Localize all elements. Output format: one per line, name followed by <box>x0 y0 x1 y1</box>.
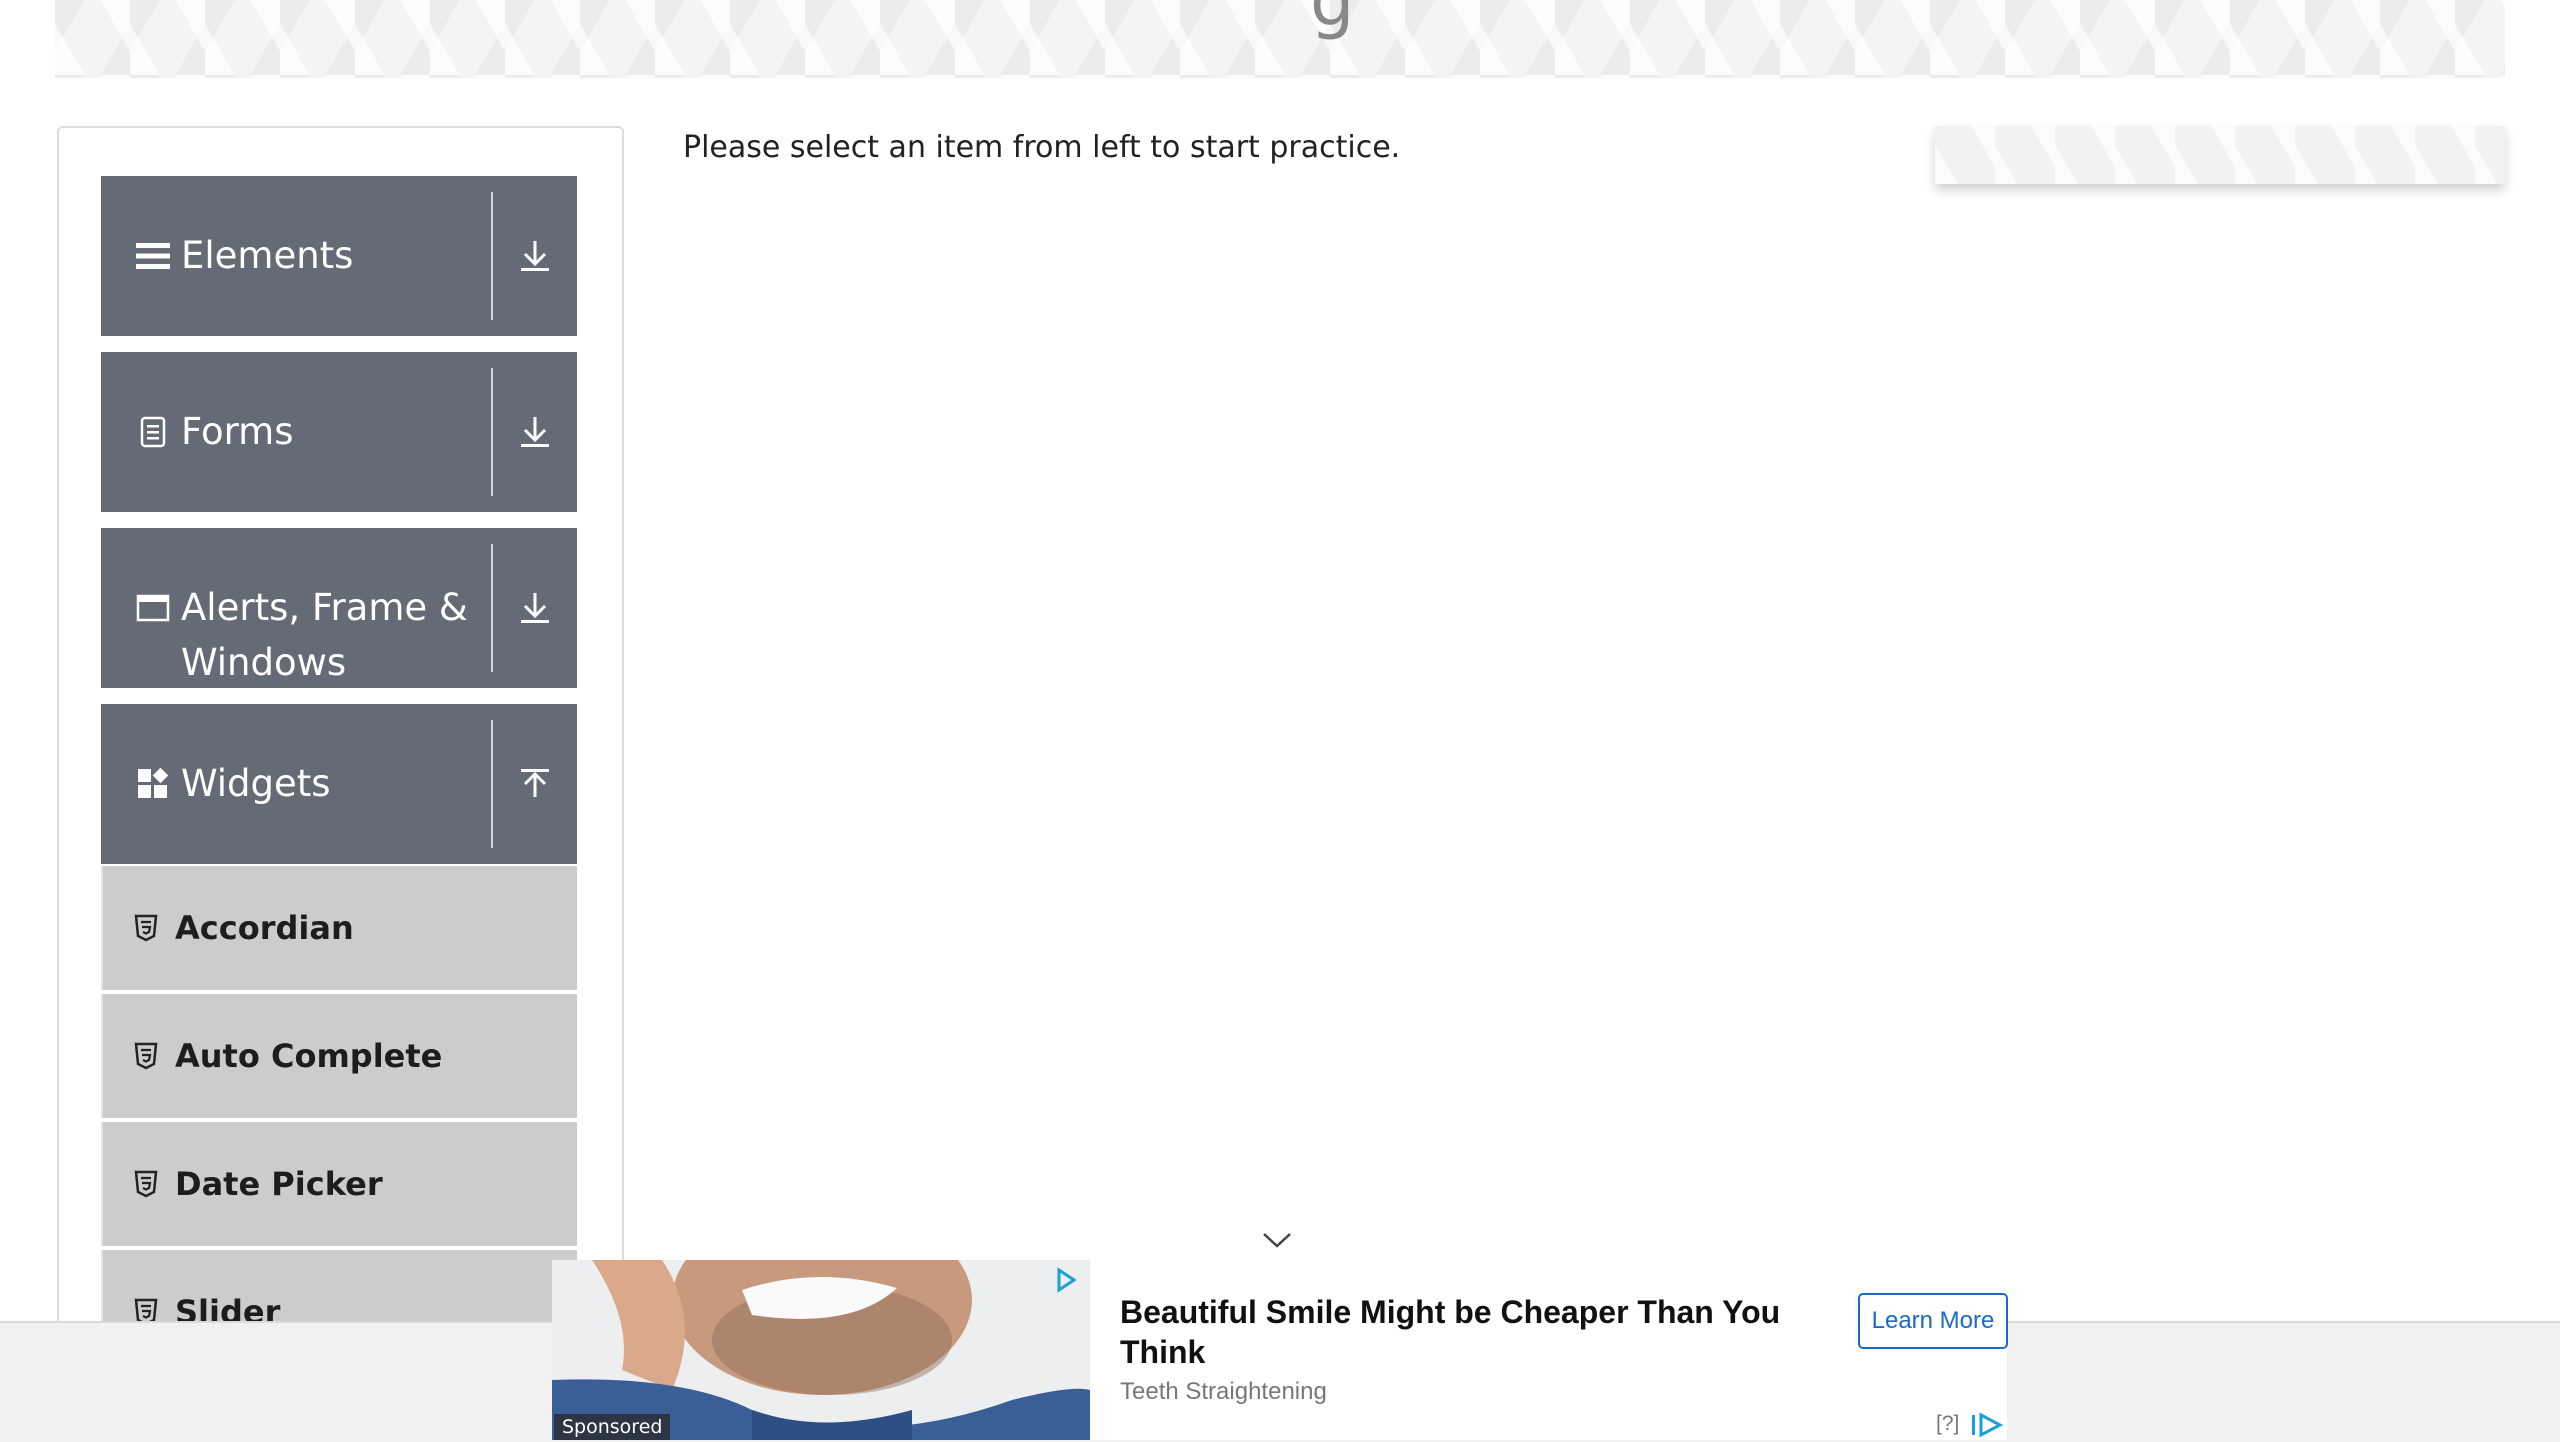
html5-icon <box>131 1169 161 1199</box>
adchoices-icon[interactable] <box>1052 1266 1080 1294</box>
expand-toggle[interactable] <box>493 176 577 336</box>
expand-toggle[interactable] <box>493 352 577 512</box>
nav-group-widgets[interactable]: Widgets <box>101 704 577 864</box>
ad-subtext: Teeth Straightening <box>1120 1378 1327 1405</box>
nav-group-elements[interactable]: Elements <box>101 176 577 336</box>
nav-group-alerts-frame-windows[interactable]: Alerts, Frame & Windows <box>101 528 577 688</box>
html5-icon <box>131 1041 161 1071</box>
menu-item-label: Accordian <box>175 909 354 947</box>
menu-item-label: Auto Complete <box>175 1037 443 1075</box>
arrow-down-icon <box>521 417 549 447</box>
menu-item-accordian[interactable]: Accordian <box>101 866 577 990</box>
arrow-down-icon <box>521 593 549 623</box>
sponsored-ad[interactable]: Sponsored Beautiful Smile Might be Cheap… <box>552 1260 2008 1440</box>
menu-item-label: Slider <box>175 1293 281 1321</box>
nav-group-label-line-1: Alerts, Frame & <box>181 586 468 629</box>
nav-group-label-line-2: Windows <box>181 641 347 684</box>
nav-group-forms[interactable]: Forms <box>101 352 577 512</box>
nav-group-label: Elements <box>181 234 354 277</box>
menu-item-auto-complete[interactable]: Auto Complete <box>101 994 577 1118</box>
left-nav-panel: Elements Forms Alerts, Frame & Windows W… <box>57 126 624 1321</box>
ad-collapse-button[interactable] <box>1260 1225 1294 1255</box>
content-viewport: Elements Forms Alerts, Frame & Windows W… <box>0 0 2560 1321</box>
learn-more-button[interactable]: Learn More <box>1858 1293 2008 1349</box>
widgets-icon <box>135 756 171 811</box>
collapse-toggle[interactable] <box>493 704 577 864</box>
window-icon <box>135 580 171 635</box>
ad-help-link[interactable]: [?] <box>1936 1412 1959 1436</box>
practice-instruction: Please select an item from left to start… <box>683 130 1401 165</box>
adchoices-logo-icon[interactable] <box>1970 1410 2004 1438</box>
menu-item-slider[interactable]: Slider <box>101 1250 577 1321</box>
expand-toggle[interactable] <box>493 528 577 688</box>
ad-photo-illustration <box>552 1260 1090 1440</box>
html5-icon <box>131 913 161 943</box>
hamburger-icon <box>135 228 171 283</box>
ad-headline[interactable]: Beautiful Smile Might be Cheaper Than Yo… <box>1120 1292 1820 1372</box>
nav-group-label: Alerts, Frame & Windows <box>181 580 468 690</box>
menu-item-label: Date Picker <box>175 1165 383 1203</box>
nav-group-label: Forms <box>181 410 294 453</box>
sponsored-badge: Sponsored <box>554 1414 671 1440</box>
chevron-down-icon <box>1263 1233 1291 1248</box>
document-icon <box>135 404 171 459</box>
html5-icon <box>131 1297 161 1321</box>
arrow-down-icon <box>521 241 549 271</box>
ad-image[interactable]: Sponsored <box>552 1260 1090 1440</box>
nav-group-label: Widgets <box>181 762 331 805</box>
menu-item-date-picker[interactable]: Date Picker <box>101 1122 577 1246</box>
arrow-up-icon <box>521 769 549 797</box>
